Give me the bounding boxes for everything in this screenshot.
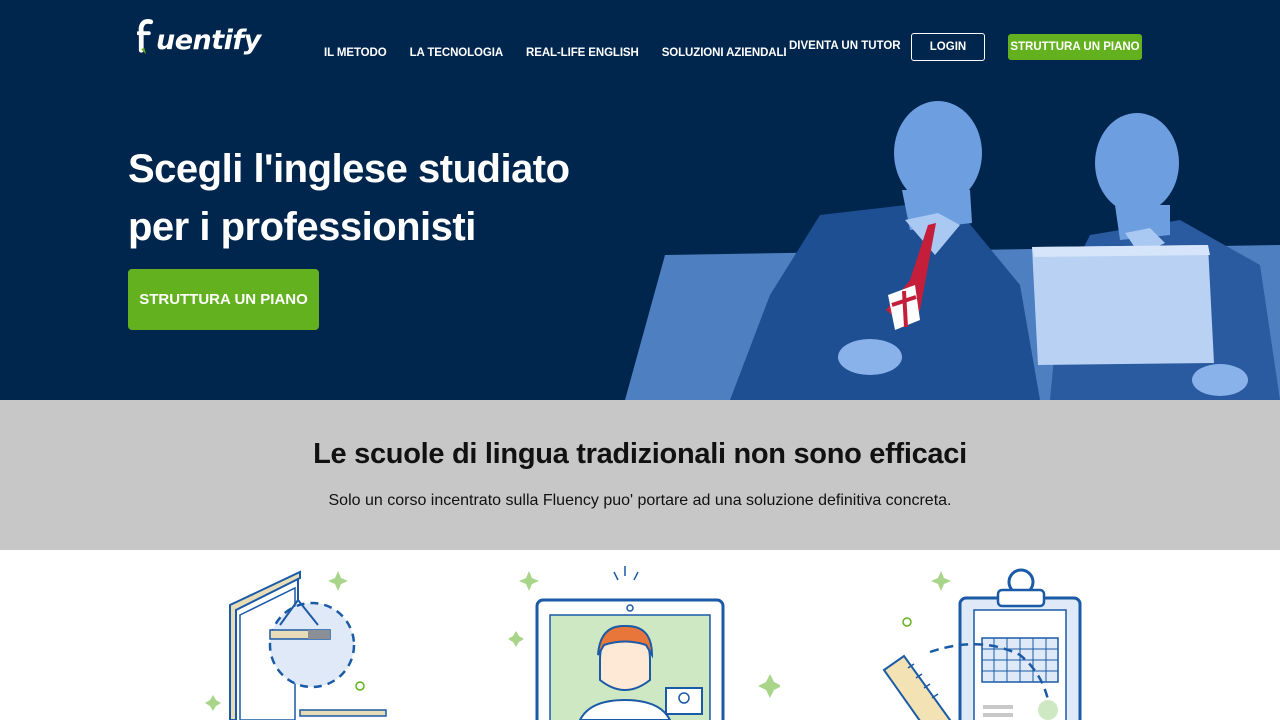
main-nav: IL METODO LA TECNOLOGIA REAL-LIFE ENGLIS… (324, 47, 810, 59)
login-button[interactable]: LOGIN (911, 33, 985, 61)
section-heading: Le scuole di lingua tradizionali non son… (313, 438, 967, 470)
hero-title-line1: Scegli l'inglese studiato (128, 147, 570, 191)
intro-band: Le scuole di lingua tradizionali non son… (0, 400, 1280, 550)
businessmen-photo (625, 101, 1280, 400)
fluentify-logo-icon (137, 19, 154, 55)
nav-soluzioni-aziendali[interactable]: SOLUZIONI AZIENDALI (662, 47, 787, 59)
logo-text: uentify (156, 25, 261, 56)
clipboard-plan-illustration (882, 568, 1082, 720)
hero-section: uentify IL METODO LA TECNOLOGIA REAL-LIF… (0, 0, 1280, 400)
nav-il-metodo[interactable]: IL METODO (324, 47, 387, 59)
nav-la-tecnologia[interactable]: LA TECNOLOGIA (410, 47, 504, 59)
nav-real-life-english[interactable]: REAL-LIFE ENGLISH (526, 47, 639, 59)
video-call-illustration (508, 566, 780, 720)
head-scale-illustration (205, 570, 387, 720)
section-subtext: Solo un corso incentrato sulla Fluency p… (328, 492, 952, 509)
hero-title: Scegli l'inglese studiato per i professi… (128, 140, 570, 256)
brand-logo[interactable]: uentify (137, 18, 261, 56)
become-tutor-link[interactable]: DIVENTA UN TUTOR (789, 40, 901, 52)
hero-plan-button[interactable]: STRUTTURA UN PIANO (128, 269, 319, 330)
header-plan-button[interactable]: STRUTTURA UN PIANO (1008, 34, 1142, 60)
hero-title-line2: per i professionisti (128, 205, 476, 249)
